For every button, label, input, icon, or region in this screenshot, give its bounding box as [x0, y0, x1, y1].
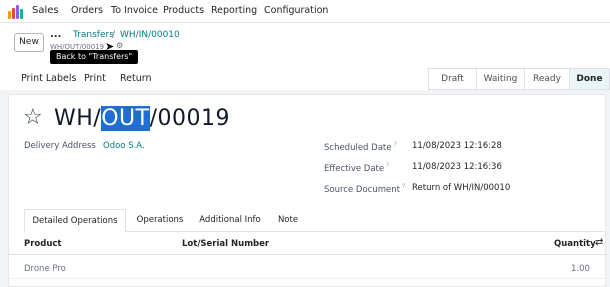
delivery-address-value[interactable]: Odoo S.A. [103, 141, 145, 151]
column-settings-icon[interactable]: ⇄ [595, 237, 603, 248]
column-lot-serial[interactable]: Lot/Serial Number [182, 239, 269, 249]
column-quantity[interactable]: Quantity [554, 239, 596, 249]
breadcrumb-transfers[interactable]: Transfers [73, 30, 114, 40]
status-ready[interactable]: Ready [524, 68, 570, 90]
tab-operations[interactable]: Operations [128, 209, 192, 232]
menu-to-invoice[interactable]: To Invoice [111, 5, 158, 16]
effective-date-value[interactable]: 11/08/2023 12:16:36 [412, 162, 502, 172]
notebook-tabs: Detailed Operations Operations Additiona… [24, 209, 604, 233]
column-product[interactable]: Product [24, 239, 62, 249]
status-draft[interactable]: Draft [428, 68, 477, 90]
table-header: Product Lot/Serial Number Quantity ⇄ [9, 233, 607, 255]
row-product[interactable]: Drone Pro [24, 264, 66, 274]
star-icon[interactable]: ☆ [23, 107, 43, 129]
menu-configuration[interactable]: Configuration [264, 5, 328, 16]
title-selected-text: OUT [101, 106, 150, 131]
scheduled-date-label: Scheduled Date? [324, 141, 397, 153]
control-panel: New ... Transfers / WH/IN/00010 WH/OUT/0… [0, 23, 610, 68]
breadcrumb-ellipsis[interactable]: ... [50, 29, 61, 40]
new-button[interactable]: New [14, 33, 44, 52]
title-suffix: /00019 [149, 106, 230, 131]
status-done[interactable]: Done [569, 68, 610, 90]
tab-note[interactable]: Note [268, 209, 308, 232]
app-name[interactable]: Sales [32, 5, 59, 16]
breadcrumb-current[interactable]: WH/IN/00010 [120, 30, 180, 40]
scheduled-date-value[interactable]: 11/08/2023 12:16:28 [412, 141, 502, 151]
help-icon[interactable]: ? [402, 183, 405, 190]
tab-detailed-operations[interactable]: Detailed Operations [24, 209, 126, 233]
return-button[interactable]: Return [120, 73, 152, 84]
sales-app-logo-icon[interactable] [8, 4, 24, 19]
tooltip: Back to "Transfers" [50, 50, 139, 64]
record-title[interactable]: WH/OUT/00019 [54, 106, 230, 131]
source-document-value[interactable]: Return of WH/IN/00010 [412, 183, 510, 193]
delivery-address-label: Delivery Address [24, 141, 96, 151]
help-icon[interactable]: ? [393, 141, 396, 148]
title-prefix: WH/ [54, 106, 102, 131]
breadcrumb-separator: / [112, 30, 116, 40]
row-quantity[interactable]: 1.00 [571, 264, 590, 274]
status-waiting[interactable]: Waiting [476, 68, 525, 90]
tab-additional-info[interactable]: Additional Info [194, 209, 266, 232]
menu-orders[interactable]: Orders [71, 5, 103, 16]
menu-products[interactable]: Products [163, 5, 204, 16]
print-button[interactable]: Print [84, 73, 106, 84]
mouse-cursor-icon: ➤ [105, 40, 115, 53]
menu-reporting[interactable]: Reporting [211, 5, 257, 16]
gear-icon[interactable]: ⚙ [116, 41, 123, 50]
help-icon[interactable]: ? [386, 162, 389, 169]
table-row[interactable]: Drone Pro 1.00 [9, 257, 607, 279]
top-navbar: Sales Orders To Invoice Products Reporti… [0, 0, 610, 23]
effective-date-label: Effective Date? [324, 162, 390, 174]
source-document-label: Source Document? [324, 183, 406, 195]
print-labels-button[interactable]: Print Labels [21, 73, 76, 84]
form-sheet: ☆ WH/OUT/00019 Delivery Address Odoo S.A… [8, 94, 607, 287]
